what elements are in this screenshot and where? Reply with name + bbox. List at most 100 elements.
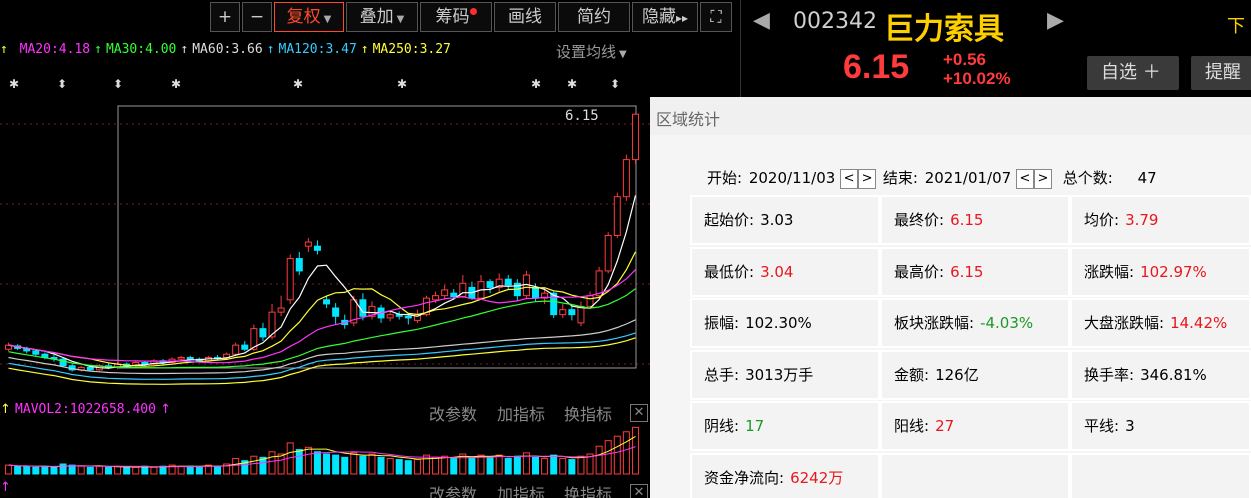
volume-bar — [441, 455, 449, 475]
notification-dot-icon — [469, 8, 477, 15]
alert-button[interactable]: 提醒 ... — [1191, 56, 1251, 117]
modify-params-link[interactable]: 改参数 — [429, 401, 477, 425]
stat-value: 3.79 — [1125, 211, 1159, 229]
stat-cell: 平线: 3 — [1070, 401, 1251, 451]
ma-settings-button[interactable]: 设置均线 ▼ — [556, 41, 627, 62]
candle — [631, 113, 639, 161]
restore-rights-button[interactable]: 复权 ▼ — [274, 2, 344, 32]
volume-bar — [23, 465, 31, 475]
ma-item-4: MA250:3.27 — [372, 42, 451, 57]
volume-bar — [304, 446, 312, 475]
selection-box — [117, 105, 637, 369]
stat-cell: 阴线: 17 — [690, 401, 880, 451]
stat-label: 总手: — [704, 365, 740, 384]
stat-value: 102.30% — [745, 314, 812, 332]
volume-bar — [622, 431, 630, 475]
candlestick-chart[interactable]: ✱ ⬍ ⬍ ✱ ✱ ✱ ✱ ✱ ⬍ 6.15 — [0, 64, 650, 400]
start-date: 2020/11/03 — [748, 169, 836, 187]
add-indicator-link-2[interactable]: 加指标 — [497, 481, 545, 498]
event-marker-icon: ✱ — [293, 77, 303, 91]
next-label[interactable]: 下 — [1227, 12, 1245, 38]
chevron-down-icon: ▼ — [323, 14, 332, 25]
start-next-button[interactable]: > — [858, 168, 877, 189]
prev-stock-icon[interactable]: ◀ — [753, 8, 770, 33]
ma-item-0: MA20:4.18 — [19, 42, 91, 57]
zoom-in-button[interactable]: + — [210, 2, 240, 32]
ma-item-2: MA60:3.66 — [192, 42, 263, 57]
event-marker-icon: ⬍ — [610, 77, 620, 91]
restore-rights-label: 复权 — [286, 7, 321, 27]
close-icon[interactable]: ✕ — [630, 404, 648, 422]
candle — [450, 292, 458, 297]
ma-items: MA20:4.18 ↑ MA30:4.00 ↑ MA60:3.66 ↑ MA120:3.47… — [20, 42, 455, 57]
volume-bar — [132, 466, 140, 475]
volume-bar — [150, 466, 158, 475]
next-stock-icon[interactable]: ▶ — [1047, 8, 1064, 33]
volume-chart[interactable] — [0, 424, 650, 476]
stat-cell: 总手: 3013万手 — [690, 349, 880, 400]
fullscreen-icon[interactable]: ⛶ — [700, 2, 732, 32]
sub-arrow-icon: ↑ — [0, 480, 11, 495]
add-indicator-link[interactable]: 加指标 — [497, 401, 545, 425]
volume-bar — [595, 445, 603, 475]
volume-bar — [341, 456, 349, 475]
candle — [432, 295, 440, 301]
candle — [359, 299, 367, 317]
candle — [86, 366, 94, 371]
volume-bar — [59, 463, 67, 475]
count-value: 47 — [1137, 169, 1157, 187]
vol-arrow-icon: ↑ — [0, 402, 11, 417]
end-next-button[interactable]: > — [1033, 168, 1052, 189]
stat-label: 起始价: — [704, 211, 755, 229]
volume-bar — [32, 466, 40, 475]
overlay-button[interactable]: 叠加 ▼ — [346, 2, 418, 32]
end-prev-button[interactable]: < — [1015, 168, 1034, 189]
count-label: 总个数: — [1062, 169, 1113, 187]
volume-bar — [504, 457, 512, 475]
modify-params-link-2[interactable]: 改参数 — [429, 481, 477, 498]
candle — [404, 315, 412, 319]
volume-bar — [513, 455, 521, 475]
stat-value: 126亿 — [935, 365, 979, 384]
candle — [568, 309, 576, 316]
candle — [313, 245, 321, 251]
stat-cell: 金额: 126亿 — [880, 349, 1070, 400]
chips-button[interactable]: 筹码 — [420, 2, 492, 32]
start-prev-button[interactable]: < — [840, 168, 859, 189]
volume-bar — [268, 451, 276, 475]
simple-mode-button[interactable]: 简约 — [558, 2, 630, 32]
range-stats-dialog: 区域统计 开始: 2020/11/03 < > 结束: 2021/01/07 < >… — [650, 97, 1251, 498]
volume-bar — [95, 465, 103, 475]
stat-value: 6242万 — [790, 468, 844, 487]
volume-bar — [41, 465, 49, 475]
close-icon[interactable]: ✕ — [630, 484, 648, 498]
stat-value: 6.15 — [950, 211, 984, 229]
volume-bar — [550, 454, 558, 475]
volume-bar — [250, 455, 258, 475]
stat-label: 最低价: — [704, 262, 755, 281]
hide-button[interactable]: 隐藏▸▸ — [632, 2, 698, 32]
stat-cell: 换手率: 346.81% — [1070, 349, 1251, 400]
stat-cell: 阳线: 27 — [880, 401, 1070, 451]
chart-area[interactable]: + − 复权 ▼ 叠加 ▼ 筹码 画线 简约 隐藏▸▸ ⛶ ↑ MA20:4.18 ↑… — [0, 0, 740, 498]
zoom-out-button[interactable]: − — [242, 2, 272, 32]
add-watchlist-button[interactable]: 自选 ＋ — [1087, 56, 1179, 90]
chevron-down-icon: ▼ — [396, 14, 405, 25]
candle — [441, 289, 449, 297]
volume-bar — [195, 466, 203, 475]
volume-bar — [568, 459, 576, 475]
stat-value: 27 — [935, 417, 955, 435]
event-marker-icon: ✱ — [171, 77, 181, 91]
event-marker-icon: ⬍ — [57, 77, 67, 91]
stat-label: 阴线: — [704, 417, 740, 435]
draw-line-button[interactable]: 画线 — [494, 2, 556, 32]
change-indicator-link[interactable]: 换指标 — [564, 401, 612, 425]
candle — [559, 309, 567, 316]
candle — [277, 307, 285, 313]
stat-cell: 起始价: 3.03 — [690, 195, 880, 245]
volume-bar — [377, 456, 385, 475]
volume-bar — [123, 466, 131, 475]
change-indicator-link-2[interactable]: 换指标 — [564, 481, 612, 498]
volume-bar — [450, 457, 458, 475]
stat-cell: 资金净流向: 6242万 — [690, 452, 880, 498]
